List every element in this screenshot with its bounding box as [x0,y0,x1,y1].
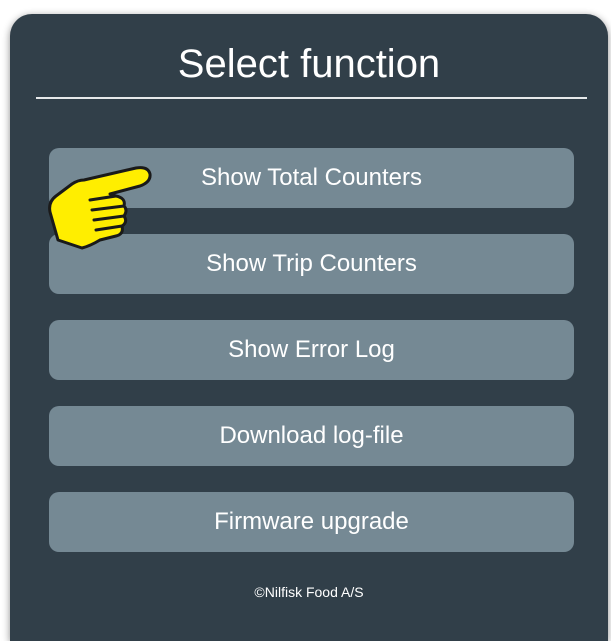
select-function-panel: Select function Show Total Counters Show… [10,14,608,641]
pointing-hand-icon [48,166,152,250]
download-log-file-button[interactable]: Download log-file [49,406,574,466]
copyright-footer: ©Nilfisk Food A/S [254,584,364,600]
show-error-log-button[interactable]: Show Error Log [49,320,574,380]
panel-title: Select function [177,42,441,86]
title-divider [36,97,587,99]
firmware-upgrade-button[interactable]: Firmware upgrade [49,492,574,552]
